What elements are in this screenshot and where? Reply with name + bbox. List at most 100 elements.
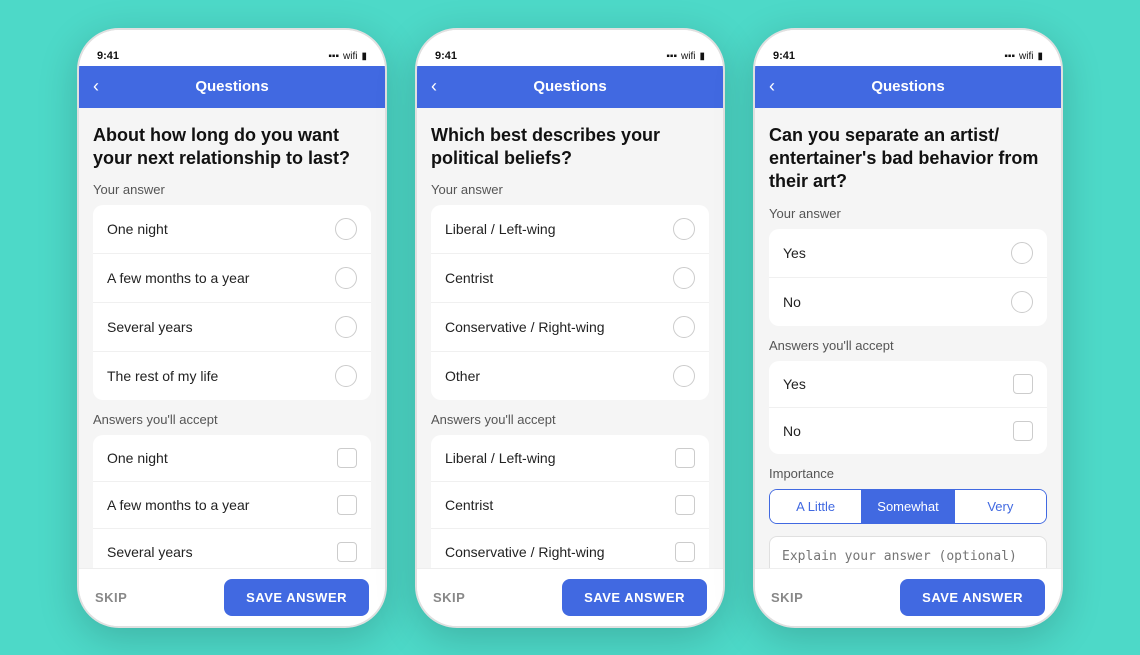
signal-icon: ▪▪▪ [328, 51, 339, 62]
status-time: 9:41 [435, 50, 457, 62]
answer-option-text: Other [445, 368, 480, 384]
accept-row[interactable]: Several years [93, 529, 371, 567]
your-answer-card: Liberal / Left-wing Centrist Conservativ… [431, 205, 709, 400]
battery-icon: ▮ [699, 51, 705, 62]
question-text: Can you separate an artist/ entertainer'… [769, 124, 1047, 194]
save-answer-button[interactable]: SAVE ANSWER [562, 579, 707, 616]
answer-option-text: Centrist [445, 270, 493, 286]
answer-row[interactable]: Centrist [431, 254, 709, 303]
checkbox[interactable] [675, 448, 695, 468]
question-text: About how long do you want your next rel… [93, 124, 371, 171]
answer-row[interactable]: Several years [93, 303, 371, 352]
accept-option-text: A few months to a year [107, 497, 249, 513]
answer-option-text: Yes [783, 245, 806, 261]
save-answer-button[interactable]: SAVE ANSWER [224, 579, 369, 616]
accept-option-text: Conservative / Right-wing [445, 544, 605, 560]
signal-icon: ▪▪▪ [1004, 51, 1015, 62]
phone-notch [510, 30, 630, 52]
battery-icon: ▮ [1037, 51, 1043, 62]
save-answer-button[interactable]: SAVE ANSWER [900, 579, 1045, 616]
accept-row[interactable]: Conservative / Right-wing [431, 529, 709, 567]
status-icons: ▪▪▪ wifi ▮ [666, 51, 705, 62]
accept-row[interactable]: One night [93, 435, 371, 482]
answer-option-text: A few months to a year [107, 270, 249, 286]
status-time: 9:41 [773, 50, 795, 62]
radio-button[interactable] [673, 218, 695, 240]
skip-button[interactable]: SKIP [433, 590, 465, 605]
radio-button[interactable] [1011, 291, 1033, 313]
checkbox[interactable] [337, 448, 357, 468]
skip-button[interactable]: SKIP [95, 590, 127, 605]
answer-row[interactable]: Liberal / Left-wing [431, 205, 709, 254]
checkbox[interactable] [675, 495, 695, 515]
accept-row[interactable]: A few months to a year [93, 482, 371, 529]
phones-container: 9:41 ▪▪▪ wifi ▮ ‹ Questions About how lo… [77, 28, 1063, 628]
answer-row[interactable]: Conservative / Right-wing [431, 303, 709, 352]
radio-button[interactable] [335, 267, 357, 289]
radio-button[interactable] [335, 365, 357, 387]
back-button[interactable]: ‹ [431, 76, 437, 97]
your-answer-label: Your answer [431, 182, 709, 197]
battery-icon: ▮ [361, 51, 367, 62]
checkbox[interactable] [1013, 421, 1033, 441]
accept-option-text: Several years [107, 544, 193, 560]
answer-option-text: The rest of my life [107, 368, 218, 384]
phone-1: 9:41 ▪▪▪ wifi ▮ ‹ Questions About how lo… [77, 28, 387, 628]
radio-button[interactable] [673, 267, 695, 289]
phone-header: ‹ Questions [79, 66, 385, 108]
phone-2: 9:41 ▪▪▪ wifi ▮ ‹ Questions Which best d… [415, 28, 725, 628]
status-icons: ▪▪▪ wifi ▮ [1004, 51, 1043, 62]
answer-row[interactable]: The rest of my life [93, 352, 371, 400]
accept-label: Answers you'll accept [93, 412, 371, 427]
your-answer-label: Your answer [769, 206, 1047, 221]
importance-btn-somewhat[interactable]: Somewhat [862, 490, 954, 523]
status-icons: ▪▪▪ wifi ▮ [328, 51, 367, 62]
importance-label: Importance [769, 466, 1047, 481]
radio-button[interactable] [673, 365, 695, 387]
radio-button[interactable] [673, 316, 695, 338]
answer-row[interactable]: No [769, 278, 1047, 326]
checkbox[interactable] [337, 542, 357, 562]
answer-row[interactable]: One night [93, 205, 371, 254]
status-time: 9:41 [97, 50, 119, 62]
checkbox[interactable] [1013, 374, 1033, 394]
skip-button[interactable]: SKIP [771, 590, 803, 605]
phone-3: 9:41 ▪▪▪ wifi ▮ ‹ Questions Can you sepa… [753, 28, 1063, 628]
accept-row[interactable]: Centrist [431, 482, 709, 529]
radio-button[interactable] [335, 316, 357, 338]
radio-button[interactable] [335, 218, 357, 240]
your-answer-card: One night A few months to a year Several… [93, 205, 371, 400]
accept-answer-card: Liberal / Left-wing Centrist Conservativ… [431, 435, 709, 567]
phone-footer: SKIP SAVE ANSWER [79, 568, 385, 626]
importance-btn-very[interactable]: Very [955, 490, 1046, 523]
checkbox[interactable] [675, 542, 695, 562]
radio-button[interactable] [1011, 242, 1033, 264]
accept-option-text: Centrist [445, 497, 493, 513]
accept-row[interactable]: No [769, 408, 1047, 454]
answer-row[interactable]: Other [431, 352, 709, 400]
back-button[interactable]: ‹ [93, 76, 99, 97]
explain-input[interactable] [769, 536, 1047, 568]
accept-option-text: One night [107, 450, 168, 466]
accept-row[interactable]: Liberal / Left-wing [431, 435, 709, 482]
phone-content: Can you separate an artist/ entertainer'… [755, 108, 1061, 568]
back-button[interactable]: ‹ [769, 76, 775, 97]
accept-option-text: Yes [783, 376, 806, 392]
answer-row[interactable]: A few months to a year [93, 254, 371, 303]
your-answer-label: Your answer [93, 182, 371, 197]
answer-option-text: One night [107, 221, 168, 237]
header-title: Questions [195, 78, 268, 95]
phone-notch [172, 30, 292, 52]
phone-header: ‹ Questions [755, 66, 1061, 108]
answer-row[interactable]: Yes [769, 229, 1047, 278]
wifi-icon: wifi [343, 51, 357, 62]
importance-btn-a-little[interactable]: A Little [770, 490, 862, 523]
accept-label: Answers you'll accept [769, 338, 1047, 353]
phone-footer: SKIP SAVE ANSWER [755, 568, 1061, 626]
accept-row[interactable]: Yes [769, 361, 1047, 408]
phone-notch [848, 30, 968, 52]
checkbox[interactable] [337, 495, 357, 515]
header-title: Questions [533, 78, 606, 95]
phone-header: ‹ Questions [417, 66, 723, 108]
your-answer-card: Yes No [769, 229, 1047, 326]
